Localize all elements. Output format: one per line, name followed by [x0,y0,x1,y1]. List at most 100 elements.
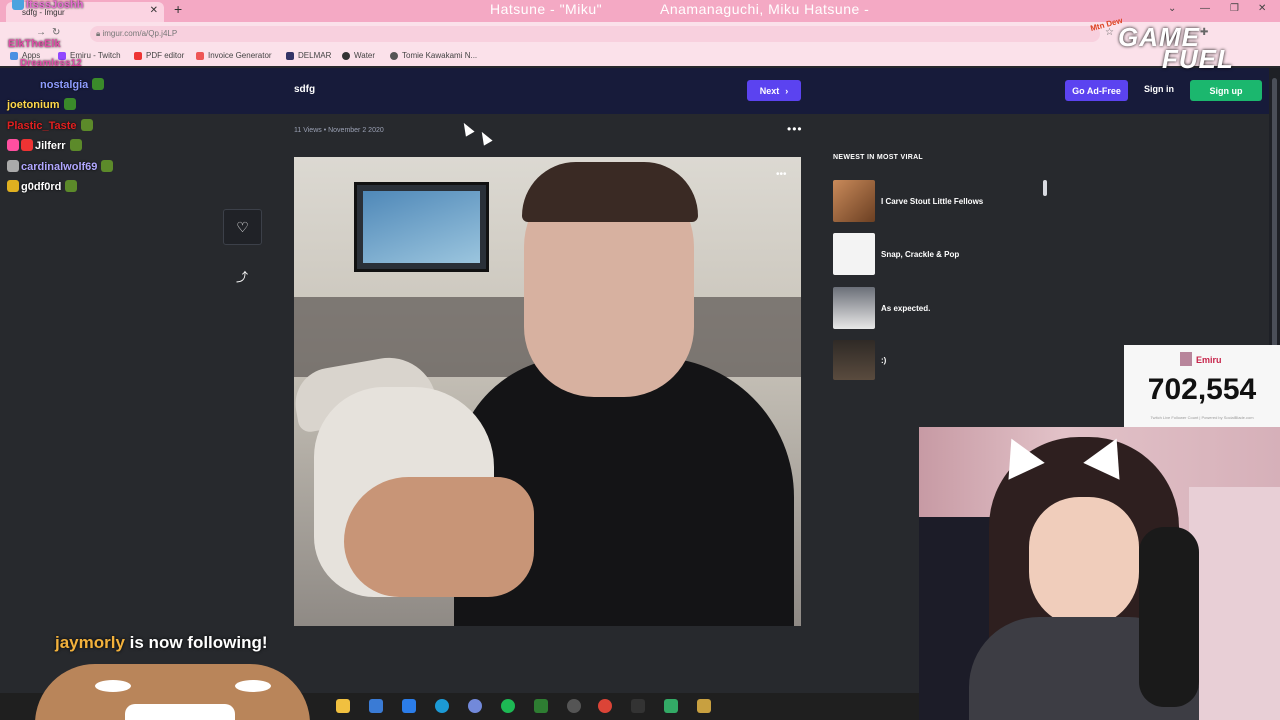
chat-user: nostalgia [40,79,89,91]
hand-shape [344,477,534,597]
avatar [1180,352,1192,366]
follow-user: jaymorly [55,633,125,652]
bookmark-pdf[interactable]: PDF editor [134,51,184,60]
sign-up-button[interactable]: Sign up [1190,80,1262,101]
chat-user: Jilferr [35,140,66,152]
tv-shape [354,182,489,272]
store-icon[interactable] [369,699,383,713]
address-input[interactable]: 🔒︎ imgur.com/a/Qp.j4LP [90,26,1100,42]
chat-line: g0df0rd [7,177,79,197]
bookmark-tomie[interactable]: Tomie Kawakami N... [390,51,477,60]
mail-icon[interactable] [402,699,416,713]
tomie-icon [390,51,398,60]
bookmark-water[interactable]: Water [342,51,375,60]
item-label: :) [881,355,887,365]
discord-icon[interactable] [468,699,482,713]
chrome-icon[interactable] [598,699,612,713]
drawers-shape [1189,487,1280,720]
eye-shape [95,680,131,692]
post-title: sdfg [294,84,316,95]
spotify-icon[interactable] [501,699,515,713]
item-label: Snap, Crackle & Pop [881,249,960,259]
emote-icon [92,78,105,90]
scrollbar-thumb[interactable] [1272,78,1277,358]
now-playing-song: Hatsune - "Miku" [490,1,603,17]
excel-icon[interactable] [534,699,548,713]
cursor-icon [477,129,493,146]
bookmarks-bar: Apps Emiru - Twitch PDF editor Invoice G… [0,46,1280,66]
chat-line: Jilferr [7,136,84,156]
webcam-feed [919,427,1280,720]
terminal-icon[interactable] [631,699,645,713]
badge-icon [7,139,19,151]
chevron-right-icon: › [785,85,789,96]
item-thumbnail [833,233,875,275]
face-shape [1029,497,1139,627]
alert-image [35,664,310,720]
page-scrollbar[interactable] [1269,68,1280,358]
close-icon[interactable]: ✕ [150,5,158,16]
post-meta: 11 Views • November 2 2020 [294,127,384,134]
person-hair-shape [522,162,698,222]
app-icon[interactable] [697,699,711,713]
minimize-window-icon[interactable]: — [1200,3,1210,14]
game-fuel-logo: GAME FUEL [1118,24,1234,74]
list-item[interactable]: Snap, Crackle & Pop [833,233,959,275]
follower-counter: Emiru 702,554 Twitch Live Follower Count… [1124,345,1280,427]
item-label: As expected. [881,303,931,313]
chat-line: nostalgia [40,75,106,95]
next-label: Next [759,85,780,96]
emote-icon [63,98,76,110]
microphone-shape [1139,527,1199,707]
chat-line: ElkTheElk [8,34,61,54]
badge-icon [7,160,19,172]
share-icon[interactable]: ⤴ [236,268,248,285]
new-tab-icon[interactable]: + [174,1,182,17]
bookmark-invoice[interactable]: Invoice Generator [196,51,272,60]
list-item[interactable]: :) [833,340,886,380]
follow-alert: jaymorly is now following! [55,633,268,653]
list-item[interactable]: As expected. [833,287,930,329]
eye-shape [235,680,271,692]
list-item[interactable]: I Carve Stout Little Fellows [833,180,983,222]
delmar-icon [286,51,294,60]
emote-icon [65,180,78,192]
logo-line2: FUEL [1162,44,1234,74]
emote-icon [80,119,93,131]
emote-icon [69,139,82,151]
sign-in-link[interactable]: Sign in [1144,84,1174,94]
browser-titlebar: sdfg - Imgur ✕ + Hatsune - "Miku" Anaman… [0,0,1280,22]
chat-user: joetonium [7,99,60,111]
teeth-shape [125,704,235,720]
minimize-icon[interactable]: ⌄ [1168,3,1176,14]
chat-user: ElkTheElk [8,38,61,50]
file-explorer-icon[interactable] [336,699,350,713]
chat-user: ItsssJoshh [26,0,84,11]
counter-name: Emiru [1196,355,1222,365]
post-image[interactable]: ••• [294,157,801,626]
chat-user: cardinalwolf69 [21,161,98,173]
list-scroll-indicator[interactable] [1043,180,1047,196]
item-thumbnail [833,340,875,380]
image-options-icon[interactable]: ••• [776,169,787,180]
chat-line: Dreamless12 [20,54,82,74]
counter-subtitle: Twitch Live Follower Count | Powered by … [1150,415,1254,420]
water-icon [342,51,350,60]
obs-icon[interactable] [567,699,581,713]
more-options-icon[interactable]: ••• [787,122,803,136]
heart-icon[interactable]: ♡ [223,209,262,245]
bookmark-delmar[interactable]: DELMAR [286,51,331,60]
address-bar-row: → ↻ 🔒︎ imgur.com/a/Qp.j4LP ☆ ✚ [0,22,1280,46]
item-thumbnail [833,180,875,222]
go-ad-free-button[interactable]: Go Ad-Free [1065,80,1128,101]
follower-count: 702,554 [1147,373,1257,406]
item-thumbnail [833,287,875,329]
address-text: imgur.com/a/Qp.j4LP [102,29,178,38]
window-close-icon[interactable]: ✕ [1258,3,1266,14]
edge-icon[interactable] [435,699,449,713]
maximize-icon[interactable]: ❐ [1230,3,1239,14]
chat-line: ItsssJoshh [12,0,83,15]
follow-text: is now following! [124,633,268,652]
app-icon[interactable] [664,699,678,713]
next-button[interactable]: Next › [747,80,801,101]
